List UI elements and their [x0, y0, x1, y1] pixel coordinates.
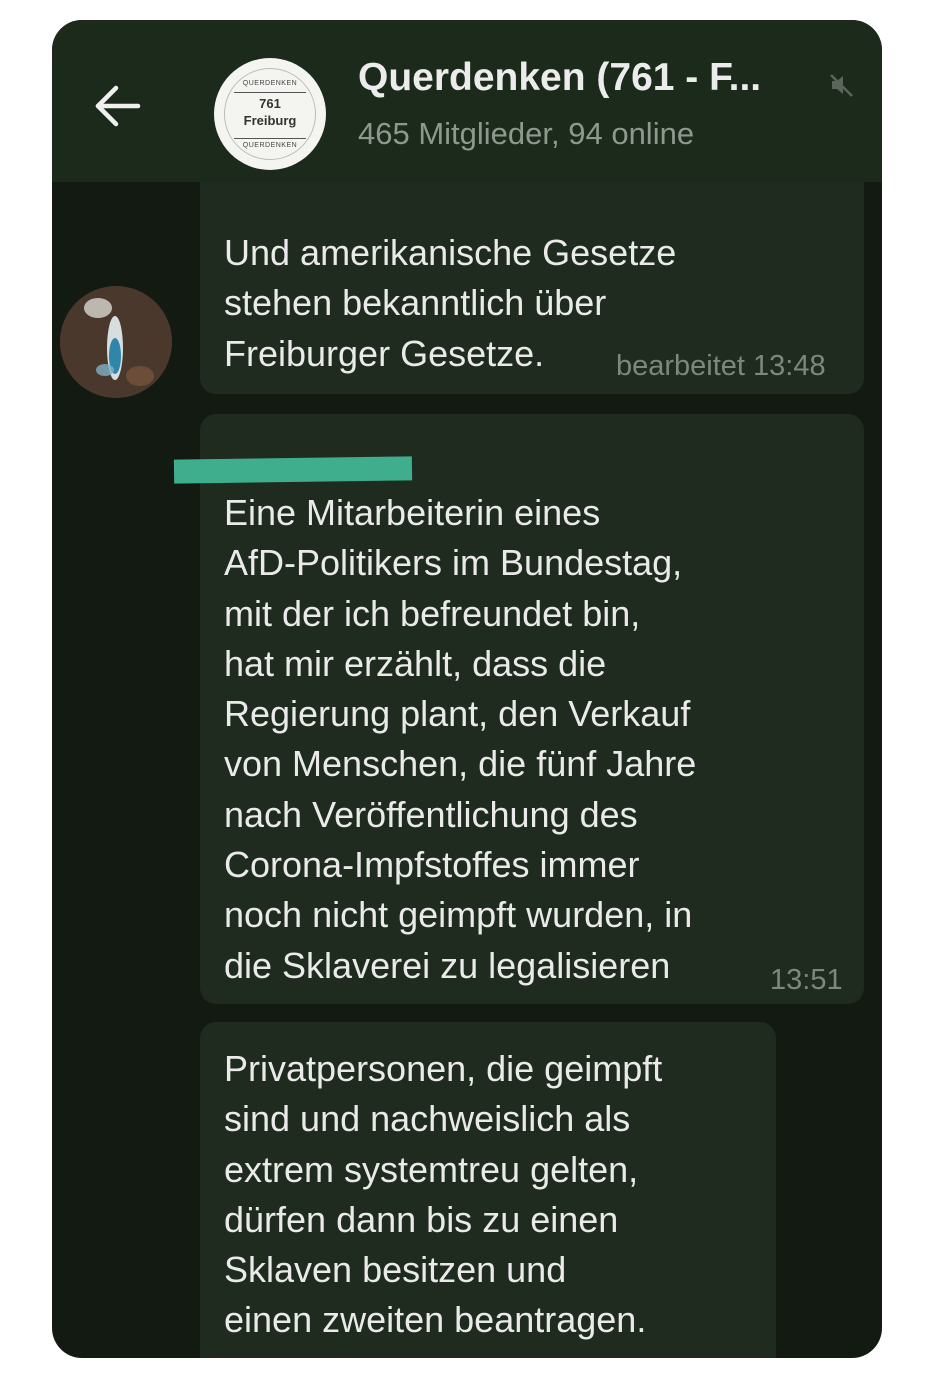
- message-bubble[interactable]: Privatpersonen, die geimpft sind und nac…: [200, 1022, 776, 1358]
- message-bubble[interactable]: Und amerikanische Gesetze stehen bekannt…: [200, 182, 864, 394]
- message-text: Privatpersonen, die geimpft sind und nac…: [224, 1048, 663, 1341]
- redaction-bar: [173, 456, 413, 484]
- message-bubble[interactable]: Eine Mitarbeiterin eines AfD-Politikers …: [200, 414, 864, 1004]
- avatar-brand-top: QUERDENKEN: [242, 80, 298, 87]
- chat-subtitle: 465 Mitglieder, 94 online: [358, 116, 695, 151]
- avatar-city: Freiburg: [243, 113, 297, 128]
- message-list[interactable]: Und amerikanische Gesetze stehen bekannt…: [52, 182, 882, 1358]
- user-avatar[interactable]: [60, 286, 172, 398]
- chat-header: QUERDENKEN 761 Freiburg QUERDENKEN Querd…: [52, 20, 882, 182]
- back-button[interactable]: [92, 80, 144, 132]
- mute-icon: [826, 70, 856, 100]
- message-text: Und amerikanische Gesetze stehen bekannt…: [224, 232, 677, 374]
- avatar-divider: [234, 92, 306, 93]
- chat-title[interactable]: Querdenken (761 - F...: [358, 56, 818, 100]
- avatar-divider: [234, 138, 306, 139]
- group-avatar[interactable]: QUERDENKEN 761 Freiburg QUERDENKEN: [214, 58, 326, 170]
- phone-screen: QUERDENKEN 761 Freiburg QUERDENKEN Querd…: [52, 20, 882, 1358]
- message-timestamp: 13:51: [770, 964, 843, 996]
- avatar-brand-bottom: QUERDENKEN: [242, 142, 298, 149]
- arrow-left-icon: [95, 85, 141, 127]
- avatar-number: 761: [259, 96, 281, 111]
- message-timestamp: bearbeitet 13:48: [616, 350, 826, 382]
- message-text: Eine Mitarbeiterin eines AfD-Politikers …: [224, 492, 697, 986]
